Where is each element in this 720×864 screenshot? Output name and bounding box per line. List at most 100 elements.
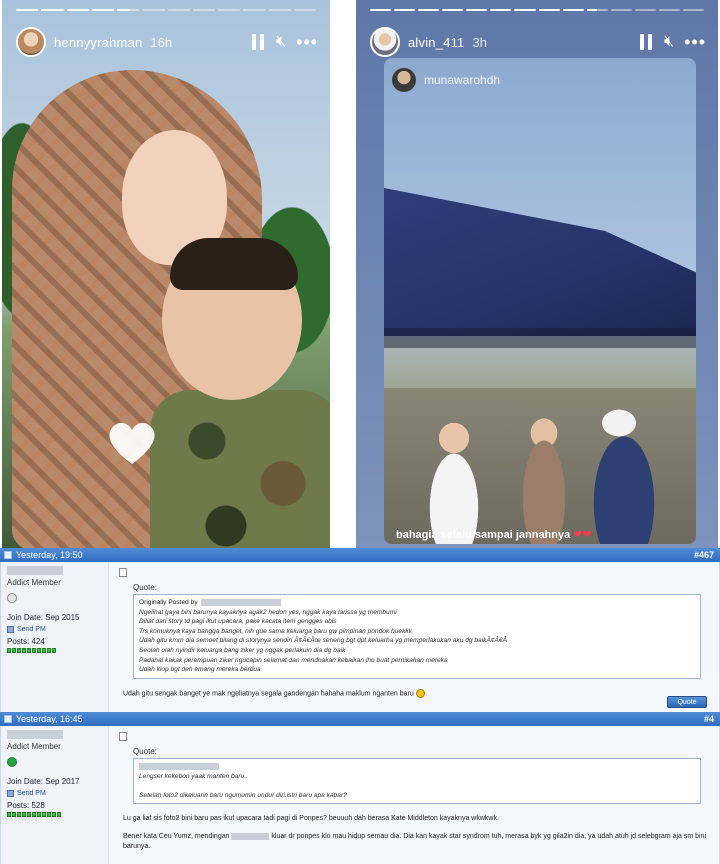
story-username[interactable]: hennyyrahman (54, 35, 142, 50)
join-date: Join Date: Sep 2017 (7, 777, 80, 786)
username-redacted[interactable] (7, 566, 63, 575)
mail-icon (7, 790, 14, 797)
avatar[interactable] (16, 27, 46, 57)
progress-segment (562, 9, 584, 11)
quote-line: Ngelihat gaya bini barunya kayaknya agak… (139, 608, 397, 616)
more-dots-icon[interactable]: ••• (296, 33, 318, 51)
progress-segment (634, 9, 656, 11)
shared-post-username[interactable]: munawarohdh (424, 73, 500, 87)
quote-line: Udah klop bgt deh emang mereka berdua (139, 666, 261, 674)
quote-line: Lengser kekebon yaak manten baru.. (139, 772, 248, 780)
story-time: 3h (472, 34, 487, 50)
quote-line: Trs komuknya kaya bangga banget, nih gue… (139, 627, 412, 635)
quote-line: Seolah olah nyindir keluarga bang ziker … (139, 646, 346, 654)
username-redacted (231, 833, 270, 841)
offline-status-icon (7, 593, 17, 603)
heart-emoji-icon: ❤❤ (573, 529, 592, 541)
pause-icon[interactable] (640, 34, 654, 50)
story-header: alvin_411 3h 🔇︎ ••• (370, 24, 706, 60)
post-header-bar: Yesterday, 16:45 #4 (0, 712, 720, 726)
quote-line: Udah gitu kmrn dia semoet bilang di stor… (139, 637, 507, 645)
story-alvin-411[interactable]: alvin_411 3h 🔇︎ ••• munawarohdh bahagia … (356, 0, 718, 548)
post-date: Yesterday, 16:45 (16, 714, 83, 724)
join-date: Join Date: Sep 2015 (7, 613, 80, 622)
post-user-info: Addict Member Join Date: Sep 2017 Send P… (1, 726, 109, 864)
post-number-link[interactable]: #4 (704, 712, 720, 726)
progress-segment (370, 9, 392, 11)
username-redacted[interactable] (7, 730, 63, 739)
send-pm-link[interactable]: Send PM (7, 626, 102, 633)
canopy-tent (384, 186, 696, 336)
progress-segment (91, 9, 114, 11)
progress-segment (41, 9, 64, 11)
post-user-info: Addict Member Join Date: Sep 2015 Send P… (1, 562, 109, 712)
story-progress-bar (370, 9, 705, 11)
story-hennyyrahman[interactable]: hennyyrahman 16h 🔇︎ ••• (2, 0, 330, 548)
forum-section: Yesterday, 19:50 #467 Addict Member Join… (0, 548, 720, 864)
forum-post: Addict Member Join Date: Sep 2015 Send P… (0, 562, 720, 712)
send-pm-link[interactable]: Send PM (7, 790, 102, 797)
progress-segment (142, 9, 165, 11)
progress-segment (268, 9, 291, 11)
stories-section: hennyyrahman 16h 🔇︎ ••• alvin_411 3h 🔇︎ … (0, 0, 720, 548)
quote-box: Originally Posted by Ngelihat gaya bini … (133, 594, 701, 679)
progress-segment (538, 9, 560, 11)
mail-icon (7, 626, 14, 633)
progress-segment (466, 9, 488, 11)
progress-segment (293, 9, 316, 11)
speaker-mute-icon[interactable]: 🔇︎ (664, 34, 674, 50)
progress-segment (243, 9, 266, 11)
story-header: hennyyrahman 16h 🔇︎ ••• (16, 24, 318, 60)
progress-segment (418, 9, 440, 11)
reputation-bar (7, 812, 102, 817)
document-icon (119, 732, 127, 741)
story-time: 16h (150, 34, 173, 50)
avatar[interactable] (370, 27, 400, 57)
post-icon (4, 551, 12, 559)
progress-segment (66, 9, 89, 11)
progress-segment (167, 9, 190, 11)
reply-text: Lu ga liat sis foto2 bini baru pas ikut … (123, 815, 707, 851)
progress-segment (514, 9, 536, 11)
quote-label: Quote: (133, 747, 158, 756)
smiley-icon (415, 688, 425, 698)
document-icon (119, 568, 127, 577)
story-username[interactable]: alvin_411 (408, 35, 465, 50)
progress-segment (586, 9, 608, 11)
post-number-link[interactable]: #467 (694, 548, 720, 562)
user-rank: Addict Member (7, 578, 61, 587)
progress-segment (442, 9, 464, 11)
story-photo-mother-child (2, 0, 330, 548)
forum-post: Addict Member Join Date: Sep 2017 Send P… (0, 726, 720, 864)
more-dots-icon[interactable]: ••• (684, 33, 706, 51)
progress-segment (16, 9, 39, 11)
quote-line: Diliat dari story td pagi ikut upacara, … (139, 618, 337, 626)
username-redacted (200, 598, 281, 606)
username-redacted (139, 762, 219, 770)
progress-segment (394, 9, 416, 11)
reputation-bar (7, 648, 102, 653)
story-photo-crowd (384, 388, 696, 544)
shared-post-card[interactable]: munawarohdh bahagia selalu sampai jannah… (384, 58, 696, 544)
progress-segment (683, 9, 705, 11)
progress-segment (658, 9, 681, 11)
quote-line: Padahal kakak perempuan ziker ngucapin s… (139, 656, 448, 664)
pause-icon[interactable] (252, 34, 266, 50)
post-count: Posts: 424 (7, 637, 45, 646)
post-content: Quote: Lengser kekebon yaak manten baru.… (111, 726, 715, 864)
story-progress-bar (16, 9, 316, 11)
quote-button[interactable]: Quote (667, 696, 707, 708)
quote-line: Setelah foto2 dikeluarin baru ngumumin u… (139, 791, 347, 799)
quote-box: Lengser kekebon yaak manten baru.. Setel… (133, 758, 701, 805)
progress-segment (218, 9, 241, 11)
post-count: Posts: 528 (7, 801, 45, 810)
post-header-bar: Yesterday, 19:50 #467 (0, 548, 720, 562)
heart-sticker-icon (109, 422, 155, 464)
reply-text: Udah gitu sengak banget ye mak ngeliatny… (123, 688, 707, 699)
quote-line (139, 781, 695, 791)
avatar[interactable] (392, 68, 416, 92)
user-rank: Addict Member (7, 742, 61, 751)
online-status-icon (7, 757, 17, 767)
progress-segment (192, 9, 215, 11)
speaker-mute-icon[interactable]: 🔇︎ (276, 34, 286, 50)
